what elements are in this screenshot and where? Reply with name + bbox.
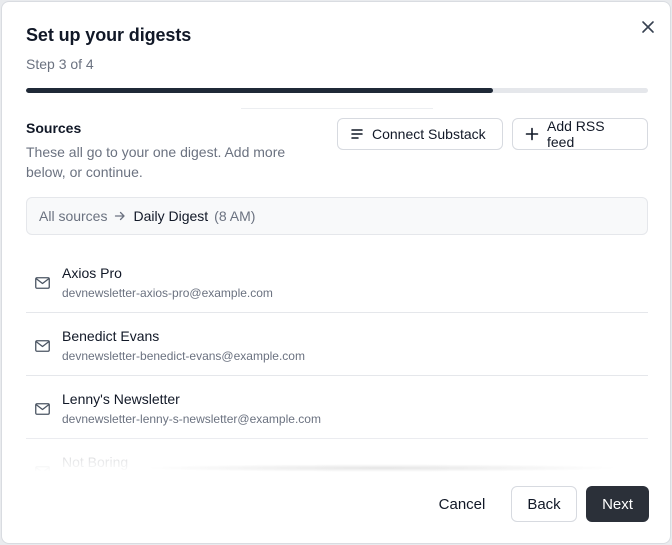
breadcrumb-digest-time: (8 AM) [214,208,256,224]
progress-fill [26,88,493,93]
close-icon [642,21,654,33]
source-name: Lenny's Newsletter [62,391,180,407]
list-item[interactable]: Not Boring [26,439,648,471]
mail-icon [35,465,50,471]
sources-description: These all go to your one digest. Add mor… [26,144,286,180]
source-email: devnewsletter-benedict-evans@example.com [62,349,305,363]
arrow-right-icon [114,210,126,222]
add-rss-feed-label: Add RSS feed [547,118,605,150]
sources-heading: Sources [26,120,82,136]
cancel-button[interactable]: Cancel [426,486,498,522]
list-item[interactable]: Benedict Evans devnewsletter-benedict-ev… [26,313,648,376]
add-rss-feed-button[interactable]: Add RSS feed [512,118,648,150]
step-indicator: Step 3 of 4 [26,56,94,72]
close-button[interactable] [638,17,658,37]
progress-bar [26,88,648,93]
source-name: Axios Pro [62,265,122,281]
divider [241,108,433,109]
list-item[interactable]: Axios Pro devnewsletter-axios-pro@exampl… [26,250,648,313]
breadcrumb-digest-name: Daily Digest [133,208,209,224]
next-button[interactable]: Next [586,486,649,522]
mail-icon [35,402,50,420]
list-icon [350,127,364,141]
mail-icon [35,339,50,357]
breadcrumb-all-sources[interactable]: All sources [39,208,107,224]
dialog-title: Set up your digests [26,25,192,45]
source-email: devnewsletter-lenny-s-newsletter@example… [62,412,321,426]
digest-setup-dialog: Set up your digests Step 3 of 4 Sources … [1,1,671,544]
plus-icon [525,127,539,141]
source-list: Axios Pro devnewsletter-axios-pro@exampl… [26,250,648,471]
back-button[interactable]: Back [511,486,577,522]
connect-substack-label: Connect Substack [372,126,486,142]
list-item[interactable]: Lenny's Newsletter devnewsletter-lenny-s… [26,376,648,439]
source-name: Not Boring [62,454,129,470]
connect-substack-button[interactable]: Connect Substack [337,118,503,150]
source-email: devnewsletter-axios-pro@example.com [62,286,273,300]
mail-icon [35,276,50,294]
source-name: Benedict Evans [62,328,160,344]
breadcrumb: All sources Daily Digest (8 AM) [26,197,648,235]
